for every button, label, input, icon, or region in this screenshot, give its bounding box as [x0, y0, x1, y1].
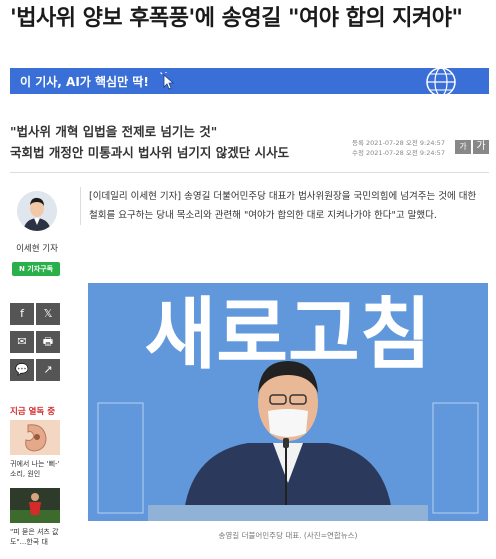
share-link-icon[interactable]: ↗ — [36, 359, 60, 381]
article-dates: 등록 2021-07-28 오전 9:24:57 수정 2021-07-28 오… — [352, 138, 445, 158]
kakao-icon[interactable]: 💬 — [10, 359, 34, 381]
ai-summary-label: 이 기사, AI가 핵심만 딱! — [20, 75, 149, 89]
reporter-name[interactable]: 이세현 기자 — [12, 242, 62, 254]
ai-summary-banner[interactable]: 이 기사, AI가 핵심만 딱! — [10, 67, 489, 97]
registered-date: 등록 2021-07-28 오전 9:24:57 — [352, 139, 445, 147]
modified-date: 수정 2021-07-28 오전 9:24:57 — [352, 149, 445, 157]
trending-thumbnail[interactable] — [10, 420, 60, 455]
twitter-icon[interactable]: 𝕏 — [36, 303, 60, 325]
font-size-decrease-button[interactable]: 가 — [455, 140, 471, 154]
article-body: [이데일리 이세현 기자] 송영길 더불어민주당 대표가 법사위원장을 국민의힘… — [80, 187, 485, 225]
trending-caption[interactable]: "피 묻은 셔츠 값도"...한국 대 — [10, 527, 64, 547]
email-icon[interactable]: ✉ — [10, 331, 34, 353]
print-icon[interactable]: 🖶 — [36, 331, 60, 353]
cursor-click-icon — [160, 72, 175, 90]
trending-title: 지금 열독 중 — [10, 407, 56, 417]
article-photo: 새로고침 — [88, 283, 488, 521]
globe-icon — [426, 67, 456, 97]
trending-thumbnail[interactable] — [10, 488, 60, 523]
article-headline: '법사위 양보 후폭풍'에 송영길 "여야 합의 지켜야" — [10, 6, 463, 31]
photo-caption: 송영길 더불어민주당 대표. (사진=연합뉴스) — [218, 531, 358, 540]
article-subtitle: 국회법 개정안 미통과시 법사위 넘기지 않겠단 시사도 — [10, 145, 290, 160]
reporter-avatar[interactable] — [17, 191, 57, 231]
article-subtitle: "법사위 개혁 입법을 전제로 넘기는 것" — [10, 124, 218, 139]
font-size-increase-button[interactable]: 가 — [473, 140, 489, 154]
subscribe-button[interactable]: N 기자구독 — [12, 262, 60, 276]
section-divider — [10, 172, 489, 173]
trending-caption[interactable]: 귀에서 나는 '삐-' 소리, 원인 — [10, 459, 64, 479]
facebook-icon[interactable]: f — [10, 303, 34, 325]
